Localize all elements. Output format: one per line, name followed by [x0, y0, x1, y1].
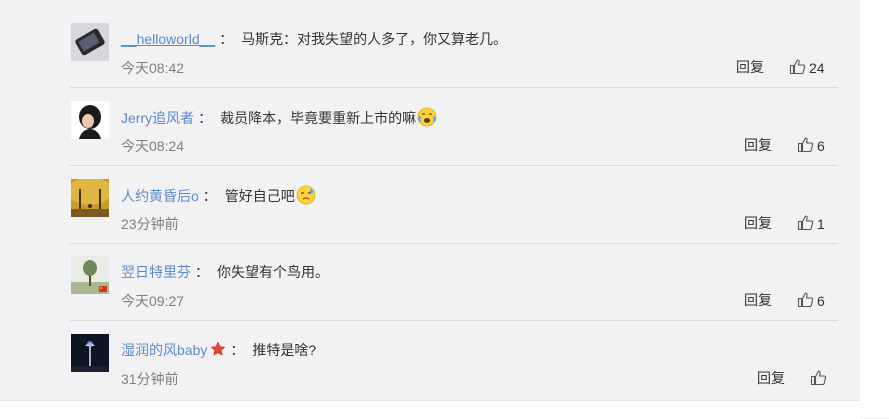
comment-item: __helloworld__： 马斯克：对我失望的人多了，你又算老几。 今天08:…	[70, 10, 838, 88]
comment-time: 今天08:24	[121, 138, 185, 154]
autumn-trees-avatar-icon[interactable]	[71, 179, 109, 217]
reply-button[interactable]: 回复	[744, 213, 772, 233]
comment-item: 翌日特里芬： 你失望有个鸟用。 今天09:27 回复 6	[70, 243, 838, 321]
comment-time: 31分钟前	[121, 371, 179, 387]
reply-button[interactable]: 回复	[744, 135, 772, 155]
thumbs-up-icon	[797, 136, 814, 156]
like-count: 1	[817, 216, 825, 232]
tree-landscape-avatar-icon[interactable]	[71, 256, 109, 294]
comment-time: 23分钟前	[121, 216, 179, 232]
comment-text: 马斯克：对我失望的人多了，你又算老几。	[241, 31, 508, 47]
sweat-emoji-icon	[296, 185, 316, 210]
red-star-badge-icon	[210, 341, 226, 362]
comment-header: __helloworld__： 马斯克：对我失望的人多了，你又算老几。	[121, 29, 507, 49]
comment-header: 翌日特里芬： 你失望有个鸟用。	[121, 262, 329, 282]
night-lamp-avatar-icon[interactable]	[71, 334, 109, 372]
comment-time: 今天09:27	[121, 293, 185, 309]
like-button[interactable]: 6	[797, 291, 825, 311]
comment-header: 湿润的风baby ： 推特是啥?	[121, 340, 316, 362]
thumbs-up-icon	[797, 291, 814, 311]
profile-portrait-avatar-icon[interactable]	[71, 101, 109, 139]
username-link[interactable]: 湿润的风baby	[121, 342, 207, 358]
comment-list: __helloworld__：马斯克：对我失望的人多了，你又算老几。 今天08:…	[0, 0, 860, 400]
comment-item: 人约黄昏后o： 管好自己吧 23分钟前 回复 1	[70, 166, 838, 244]
username-link[interactable]: Jerry追风者	[121, 110, 194, 126]
thumbs-up-icon	[797, 214, 814, 234]
username-link[interactable]: 人约黄昏后o	[121, 188, 199, 204]
comment-item: Jerry追风者： 裁员降本，毕竟要重新上市的嘛 今天08:24 回复 6	[70, 88, 838, 166]
username-link[interactable]: 翌日特里芬	[121, 264, 191, 280]
comment-item: 湿润的风baby ： 推特是啥? 31分钟前 回复	[70, 321, 838, 398]
page-footer-area	[0, 400, 860, 419]
colon-separator: ：	[198, 110, 213, 126]
like-button[interactable]: 1	[797, 214, 825, 234]
crying-laughing-emoji-icon	[417, 107, 437, 132]
username-link[interactable]: __helloworld__	[121, 31, 215, 47]
like-count: 6	[817, 138, 825, 154]
reply-button[interactable]: 回复	[736, 57, 764, 77]
comment-text: 你失望有个鸟用。	[217, 264, 329, 280]
page-margin	[860, 0, 889, 418]
like-count: 6	[817, 293, 825, 309]
comment-header: Jerry追风者： 裁员降本，毕竟要重新上市的嘛	[121, 107, 437, 132]
reply-button[interactable]: 回复	[744, 290, 772, 310]
colon-separator: ：	[230, 342, 245, 358]
colon-separator: ：	[219, 31, 234, 47]
thumbs-up-icon	[789, 58, 806, 78]
comment-time: 今天08:42	[121, 60, 185, 76]
like-button[interactable]	[810, 369, 830, 389]
comment-header: 人约黄昏后o： 管好自己吧	[121, 185, 316, 210]
like-button[interactable]: 6	[797, 136, 825, 156]
reply-button[interactable]: 回复	[757, 368, 785, 388]
like-button[interactable]: 24	[789, 58, 825, 78]
comment-text: 管好自己吧	[224, 188, 295, 204]
thumbs-up-icon	[810, 369, 827, 389]
comment-text: 裁员降本，毕竟要重新上市的嘛	[220, 110, 417, 126]
comment-text: 推特是啥?	[252, 342, 317, 358]
colon-separator: ：	[202, 188, 217, 204]
colon-separator: ：	[195, 264, 209, 280]
like-count: 24	[809, 60, 825, 76]
phone-avatar-icon[interactable]	[71, 23, 109, 61]
